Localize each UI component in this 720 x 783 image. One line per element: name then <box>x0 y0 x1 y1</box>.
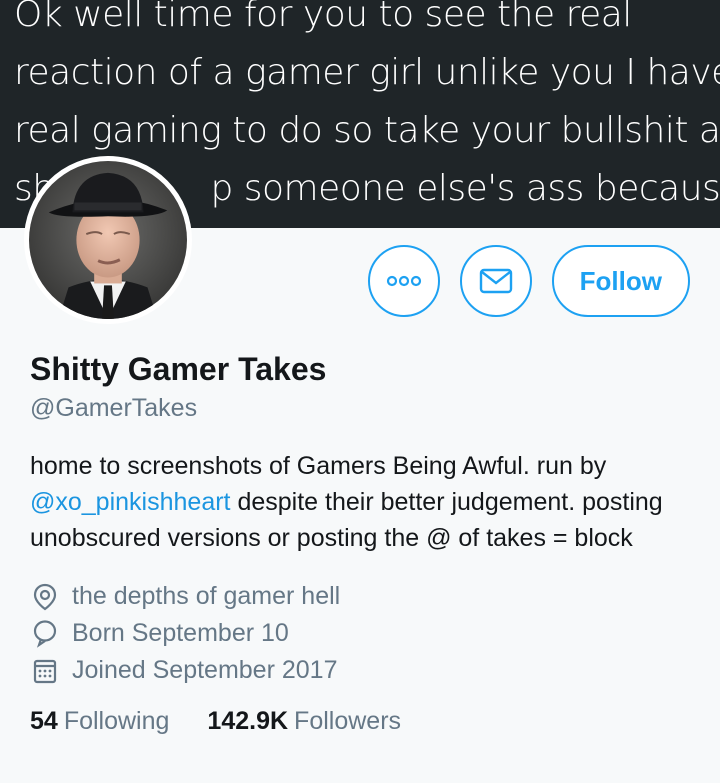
birthday-row: Born September 10 <box>30 615 700 652</box>
profile-bio: home to screenshots of Gamers Being Awfu… <box>30 448 700 556</box>
banner-line: Ok well time for you to see the real <box>14 0 632 35</box>
following-count: 54 <box>30 707 58 735</box>
calendar-icon <box>30 656 60 686</box>
profile-handle[interactable]: @GamerTakes <box>30 392 700 424</box>
avatar-image <box>29 161 187 319</box>
banner-line-end: p someone else's ass because <box>210 168 720 209</box>
location-row: the depths of gamer hell <box>30 578 700 615</box>
bio-mention-link[interactable]: @xo_pinkishheart <box>30 488 231 516</box>
birthday-text: Born September 10 <box>72 619 289 647</box>
more-button[interactable] <box>367 245 440 317</box>
envelope-icon <box>479 268 512 294</box>
followers-label: Followers <box>294 707 402 735</box>
balloon-icon <box>30 619 60 649</box>
follow-button[interactable]: Follow <box>551 245 690 317</box>
profile-stats: 54 Following 142.9K Followers <box>30 707 700 736</box>
display-name: Shitty Gamer Takes <box>30 351 327 387</box>
more-icon <box>386 275 421 287</box>
following-label: Following <box>63 707 170 735</box>
joined-text: Joined September 2017 <box>72 656 338 684</box>
profile-meta: the depths of gamer hell Born September … <box>30 578 700 689</box>
joined-row: Joined September 2017 <box>30 652 700 689</box>
banner-line: reaction of a gamer girl unlike you I ha… <box>14 52 720 93</box>
profile-page: Ok well time for you to see the real rea… <box>0 0 720 783</box>
following-stat[interactable]: 54 Following <box>30 707 169 736</box>
bio-text: home to screenshots of Gamers Being Awfu… <box>30 452 607 480</box>
profile-avatar[interactable] <box>24 156 192 324</box>
message-button[interactable] <box>459 245 532 317</box>
followers-count: 142.9K <box>207 707 289 735</box>
location-pin-icon <box>30 582 60 612</box>
followers-stat[interactable]: 142.9K Followers <box>207 707 401 736</box>
profile-actions: Follow <box>367 245 690 317</box>
banner-line: real gaming to do so take your bullshit … <box>14 110 720 151</box>
location-text: the depths of gamer hell <box>72 582 341 610</box>
profile-info: Shitty Gamer Takes @GamerTakes home to s… <box>30 348 700 736</box>
